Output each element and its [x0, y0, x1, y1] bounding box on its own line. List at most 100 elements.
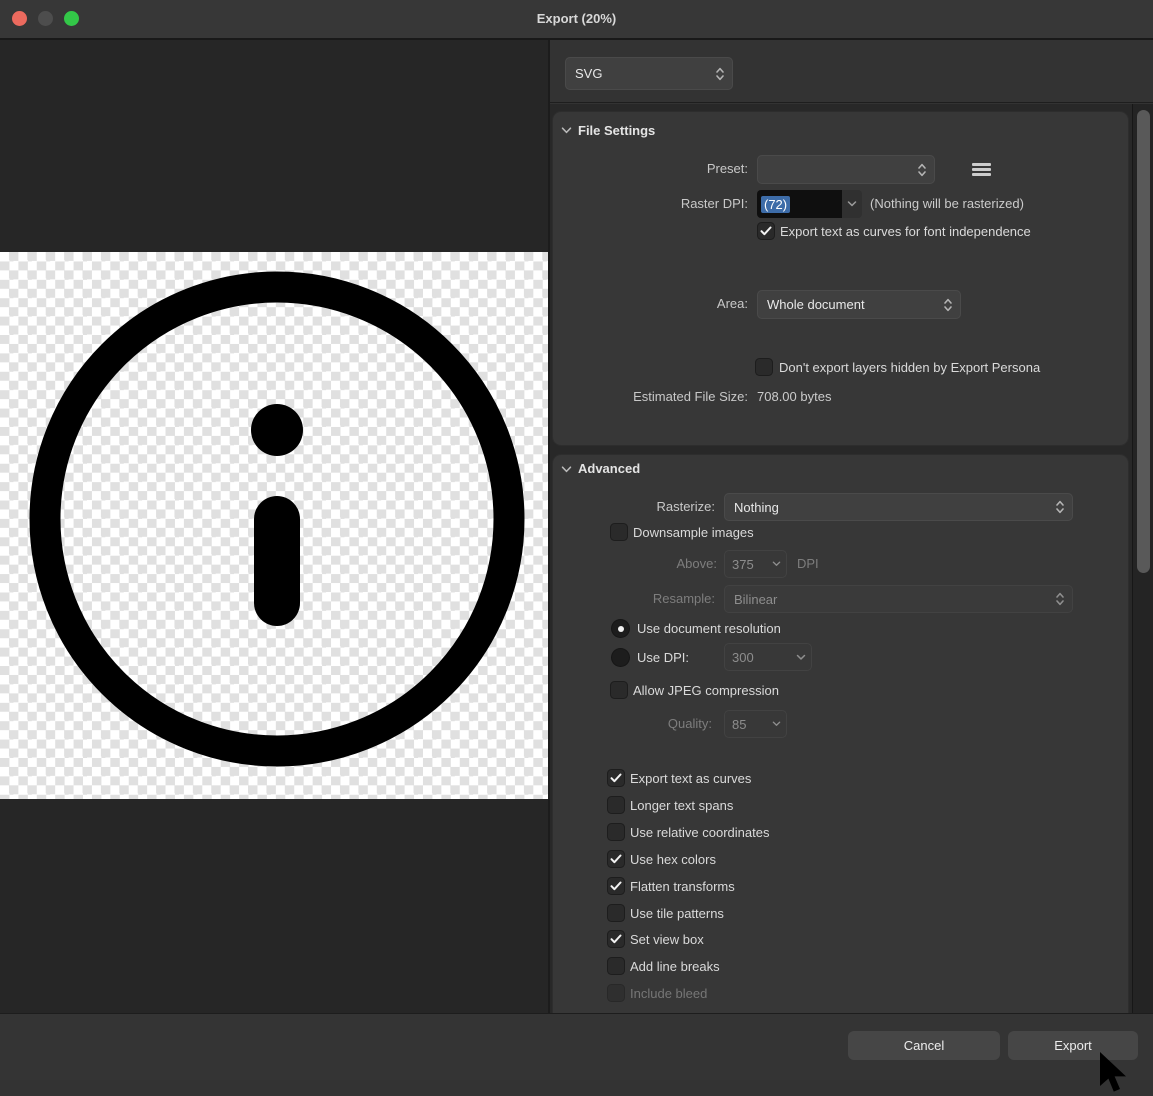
option-label: Use relative coordinates — [630, 824, 769, 840]
info-glyph — [0, 252, 548, 799]
scrollbar[interactable] — [1132, 104, 1153, 1013]
advanced-checkbox-row: Export text as curves — [553, 770, 1128, 787]
advanced-checkbox-row: Use tile patterns — [553, 905, 1128, 922]
option-checkbox[interactable] — [608, 851, 624, 867]
use-document-resolution-label: Use document resolution — [637, 620, 781, 636]
option-label: Set view box — [630, 931, 704, 947]
option-label: Use tile patterns — [630, 905, 724, 921]
transparency-checkerboard — [0, 252, 548, 799]
option-label: Longer text spans — [630, 797, 733, 813]
quality-combo: 85 — [724, 710, 787, 738]
preset-menu-icon[interactable] — [972, 163, 991, 176]
area-select-value: Whole document — [767, 297, 943, 312]
option-checkbox[interactable] — [608, 878, 624, 894]
option-checkbox[interactable] — [608, 770, 624, 786]
minimize-button[interactable] — [38, 11, 53, 26]
above-dpi-value: 375 — [732, 557, 772, 572]
advanced-checkbox-row: Include bleed — [553, 985, 1128, 1002]
above-dpi-combo[interactable]: 375 — [724, 550, 787, 578]
title-bar: Export (20%) — [0, 0, 1153, 40]
option-checkbox[interactable] — [608, 905, 624, 921]
above-label: Above: — [597, 556, 717, 572]
raster-dpi-input[interactable]: (72) — [757, 190, 841, 218]
disclosure-chevron-icon[interactable] — [561, 127, 572, 134]
rasterize-label: Rasterize: — [575, 499, 715, 515]
advanced-checkbox-row: Use hex colors — [553, 851, 1128, 868]
use-dpi-label: Use DPI: — [637, 649, 689, 665]
file-settings-header[interactable]: File Settings — [578, 123, 655, 139]
option-checkbox[interactable] — [608, 958, 624, 974]
zoom-button[interactable] — [64, 11, 79, 26]
chevron-updown-icon — [1055, 591, 1065, 607]
estimated-file-size-label: Estimated File Size: — [588, 389, 748, 405]
chevron-down-icon — [847, 201, 857, 207]
option-label: Include bleed — [630, 985, 707, 1001]
settings-scroll-area: File Settings Preset: Raster DPI: (72) (… — [550, 104, 1153, 1013]
rasterize-select[interactable]: Nothing — [724, 493, 1073, 521]
chevron-updown-icon — [943, 297, 953, 313]
downsample-label: Downsample images — [633, 524, 754, 540]
footer-bar: Cancel Export — [0, 1013, 1153, 1080]
use-dpi-combo[interactable]: 300 — [724, 643, 812, 671]
disclosure-chevron-icon[interactable] — [561, 466, 572, 473]
estimated-file-size-value: 708.00 bytes — [757, 389, 831, 405]
option-label: Export text as curves — [630, 770, 751, 786]
dpi-suffix-label: DPI — [797, 556, 819, 572]
dont-export-hidden-label: Don't export layers hidden by Export Per… — [779, 359, 1040, 375]
advanced-checkbox-row: Add line breaks — [553, 958, 1128, 975]
rasterize-select-value: Nothing — [734, 500, 1055, 515]
window-title: Export (20%) — [0, 0, 1153, 38]
raster-dpi-label: Raster DPI: — [628, 196, 748, 212]
option-label: Use hex colors — [630, 851, 716, 867]
check-icon — [610, 854, 622, 864]
chevron-updown-icon — [715, 66, 725, 82]
use-document-resolution-radio[interactable] — [612, 620, 629, 637]
chevron-down-icon — [796, 654, 806, 661]
quality-value: 85 — [732, 717, 772, 732]
file-settings-card: File Settings Preset: Raster DPI: (72) (… — [553, 112, 1128, 445]
close-button[interactable] — [12, 11, 27, 26]
chevron-down-icon — [772, 721, 781, 727]
raster-dpi-value: (72) — [761, 196, 790, 213]
allow-jpeg-checkbox[interactable] — [611, 682, 627, 698]
format-select[interactable]: SVG — [565, 57, 733, 90]
area-select[interactable]: Whole document — [757, 290, 961, 319]
export-text-curves-font-checkbox[interactable] — [758, 223, 774, 239]
cancel-button[interactable]: Cancel — [848, 1031, 1000, 1060]
format-bar: SVG — [550, 40, 1153, 103]
allow-jpeg-label: Allow JPEG compression — [633, 682, 779, 698]
check-icon — [610, 773, 622, 783]
option-checkbox[interactable] — [608, 931, 624, 947]
use-dpi-value: 300 — [732, 650, 796, 665]
area-label: Area: — [628, 296, 748, 312]
option-checkbox[interactable] — [608, 797, 624, 813]
option-checkbox[interactable] — [608, 824, 624, 840]
resample-select: Bilinear — [724, 585, 1073, 613]
raster-dpi-note: (Nothing will be rasterized) — [870, 196, 1024, 212]
downsample-checkbox[interactable] — [611, 524, 627, 540]
check-icon — [760, 226, 772, 236]
advanced-header[interactable]: Advanced — [578, 461, 640, 477]
preset-label: Preset: — [628, 161, 748, 177]
resample-label: Resample: — [575, 591, 715, 607]
format-select-value: SVG — [575, 66, 715, 81]
raster-dpi-dropdown-button[interactable] — [841, 190, 862, 218]
option-checkbox — [608, 985, 624, 1001]
advanced-card: Advanced Rasterize: Nothing Downsample i… — [553, 455, 1128, 1013]
chevron-down-icon — [772, 561, 781, 567]
advanced-checkbox-row: Set view box — [553, 931, 1128, 948]
preview-pane — [0, 40, 550, 1013]
radio-dot — [618, 626, 624, 632]
use-dpi-radio[interactable] — [612, 649, 629, 666]
check-icon — [610, 881, 622, 891]
advanced-checkbox-row: Use relative coordinates — [553, 824, 1128, 841]
preset-select[interactable] — [757, 155, 935, 184]
option-label: Flatten transforms — [630, 878, 735, 894]
dont-export-hidden-checkbox[interactable] — [756, 359, 772, 375]
option-label: Add line breaks — [630, 958, 720, 974]
cursor-icon — [1098, 1052, 1132, 1096]
scrollbar-thumb[interactable] — [1137, 110, 1150, 573]
quality-label: Quality: — [572, 716, 712, 732]
chevron-updown-icon — [917, 162, 927, 178]
check-icon — [610, 934, 622, 944]
